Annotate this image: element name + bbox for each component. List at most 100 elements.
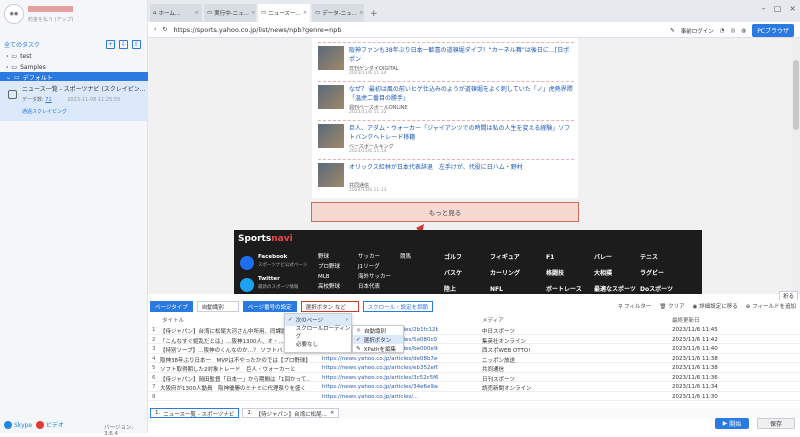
folder-icon: ▭ [14,74,20,81]
column-title[interactable]: タイトル [162,316,184,324]
bottom-tabs: 1. ニュース一覧 - スポーツナビ 2. 【侍ジャパン】台湾に松尾... × [148,408,800,418]
skype-link[interactable]: Skype [4,421,32,429]
cookie-icon[interactable]: ◔ [720,28,725,34]
maximize-icon[interactable]: ▢ [774,4,782,13]
check-icon: ✓ [288,317,293,323]
clear-button[interactable]: 🗑 クリア [659,302,684,310]
version: バージョン: 3.6.4 [104,425,134,437]
select-button-dropdown[interactable]: 選択ボタン など [300,301,359,312]
footer-col-soccer[interactable]: サッカー J1リーグ 海外サッカー 日本代表 [358,252,391,292]
task-count[interactable]: 71 [45,97,51,103]
table-row[interactable]: 5 ソフト取得期した2対象トレード 巨人・ウォーカーと https://news.y… [148,363,800,373]
filter-icon: ⚲ [618,304,623,310]
paging-dropdown-menu: ✓ 次のページ › スクロールローディング 必要なし [284,313,352,353]
video-link[interactable]: ビデオ [36,420,64,429]
save-button[interactable]: 保存 [757,418,795,429]
url-input[interactable]: https://sports.yahoo.co.jp/list/news/npb… [173,26,341,34]
table-row[interactable]: 6 【侍ジャパン】岡田監督「日本一」から期間は「1回かって… https://new… [148,373,800,383]
globe-icon[interactable]: ◍ [741,28,746,34]
pre-login-button[interactable]: 事前ログイン [681,27,714,35]
check-icon: ✓ [356,336,361,343]
filter-button[interactable]: ⚲ フィルター [618,302,651,310]
table-row[interactable]: 2「こんなすぐ姫乱だとは」…阪神1300人、オ・...https://news.… [148,335,800,345]
close-icon[interactable]: × [330,410,335,416]
detail-settings-button[interactable]: ◉ 詳細設定に移る [693,302,738,310]
table-row[interactable]: 8 https://news.yahoo.co.jp/articles/... 20… [148,392,800,401]
bottom-tab-2[interactable]: 2. 【侍ジャパン】台湾に松尾... × [242,408,340,418]
tree-item-test[interactable]: › ▭ test [0,51,148,62]
edit-icon: ✎ [356,345,361,352]
menu-item-scroll-loading[interactable]: スクロールローディング [285,326,351,340]
sportsnavi-logo[interactable]: Sportsnavi [238,234,293,244]
chevron-down-icon: ⌄ [6,74,12,81]
footer-col-8[interactable]: テニス ラグビー Doスポーツ [640,250,673,294]
tab-news[interactable]: ▭ ニュース一... × [258,4,310,22]
skype-icon [4,421,12,429]
submenu-edit-xpath[interactable]: ✎ XPathを編集 [353,344,403,353]
table-row[interactable]: 1【侍ジャパン】台湾に松尾大河さん中所用、同課題ジ...https://news… [148,325,800,335]
close-icon[interactable]: × [303,10,308,16]
table-row[interactable]: 7 大阪府が1300人動員 阪神優勝のミナミに代理祭りを盛く https://new… [148,382,800,392]
play-icon: ▶ [722,420,728,427]
refresh-icon[interactable]: ↻ [162,26,167,33]
column-date[interactable]: 最終更新日 [672,316,700,324]
page-type-button[interactable]: ページタイプ [150,301,193,312]
home-icon: ⌂ [153,10,157,16]
chevron-right-icon: › [6,53,9,60]
tab-data[interactable]: ▭ データ-ニュ... × [312,4,364,22]
edit-icon[interactable]: ✎ [670,28,675,34]
table-row[interactable]: 3【特別ソープ】…阪神のくんなのか…？ ソフトバン...https://news… [148,344,800,354]
tab-home[interactable]: ⌂ ホーム... × [150,4,202,22]
browser-tabbar: ⌂ ホーム... × ▭ 実行中-ニュ... × ▭ ニュース一... × ▭ データ-ニュ.… [148,0,800,22]
footer-col-other[interactable]: 競馬 [400,252,411,262]
video-icon [36,420,44,429]
tab-running[interactable]: ▭ 実行中-ニュ... × [204,4,256,22]
close-icon[interactable]: × [194,10,199,16]
pc-browser-button[interactable]: PCブラウザ [752,24,794,37]
table-row[interactable]: 4 阪神38年ぶり日本一 MVPは不やったかのでは【プロ野球】... https:/… [148,354,800,364]
footer-col-7[interactable]: バレー 大相撲 最適なスポーツ [594,250,636,294]
start-button[interactable]: ▶ 開始 [715,418,749,429]
eye-icon: ◉ [692,304,698,310]
minimize-icon[interactable]: – [762,4,766,13]
facebook-icon[interactable] [240,256,254,270]
footer-col-baseball[interactable]: 野球 プロ野球 MLB 高校野球 [318,252,340,292]
app-logo: ◉◉ [4,4,24,24]
sidebar: ◉◉ 料金を払う (アップ) 全てのタスク + ⇩ ⇧ › ▭ test › ▭… [0,0,148,437]
task-status: 通過スクレイピング [22,109,68,115]
next-page-submenu: ☼ 自動識別 ✓ 選択ボタン ✎ XPathを編集 [352,325,404,353]
back-icon[interactable]: ‹ [154,26,156,33]
site-footer: Sportsnavi Facebook スポーツナビ公式ページ Twitter … [234,230,702,294]
page-paging-button[interactable]: ページ番号の設定 [242,301,297,312]
task-item[interactable]: ニュース一覧 - スポーツナビ (スクレイピン... データ数: 71 2023… [0,81,148,121]
submenu-select-button[interactable]: ✓ 選択ボタン [353,335,403,344]
close-window-icon[interactable]: × [789,4,796,13]
footer-col-6[interactable]: F1 格闘技 ボートレース [546,250,582,294]
ua-icon[interactable]: ◎ [731,28,736,34]
close-icon[interactable]: × [251,10,256,16]
submenu-auto-detect[interactable]: ☼ 自動識別 [353,326,403,335]
footer-col-5[interactable]: フィギュア カーリング NFL [490,250,520,294]
account-sub[interactable]: 料金を払う (アップ) [28,16,74,23]
folder-icon: ▭ [11,53,18,60]
add-field-button[interactable]: ⊕ フィールドを追加 [746,302,796,310]
export-icon[interactable]: ⇧ [132,40,141,49]
twitter-icon[interactable] [240,278,254,292]
toolbar-right: ⚲ フィルター 🗑 クリア ◉ 詳細設定に移る ⊕ フィールドを追加 [618,302,796,310]
auto-detect-select[interactable]: 自動識別 [196,301,239,312]
scroll-settings-button[interactable]: スクロール・設定を調節 [362,301,434,312]
page-icon: ▭ [261,10,267,16]
close-icon[interactable]: × [359,10,364,16]
window-controls: – ▢ × [762,4,796,13]
bottom-tab-1[interactable]: 1. ニュース一覧 - スポーツナビ [150,408,240,418]
task-title: ニュース一覧 - スポーツナビ (スクレイピン... [22,86,146,93]
new-folder-icon[interactable]: + [106,40,115,49]
footer-col-4[interactable]: ゴルフ バスケ 陸上 [444,250,462,294]
page-icon: ▭ [207,10,213,16]
scrollbar-thumb[interactable] [793,60,799,130]
new-tab-button[interactable]: + [366,9,382,22]
robot-icon [8,90,17,99]
all-tasks-label[interactable]: 全てのタスク [4,40,40,49]
column-media[interactable]: メディア [482,316,504,324]
import-icon[interactable]: ⇩ [119,40,128,49]
